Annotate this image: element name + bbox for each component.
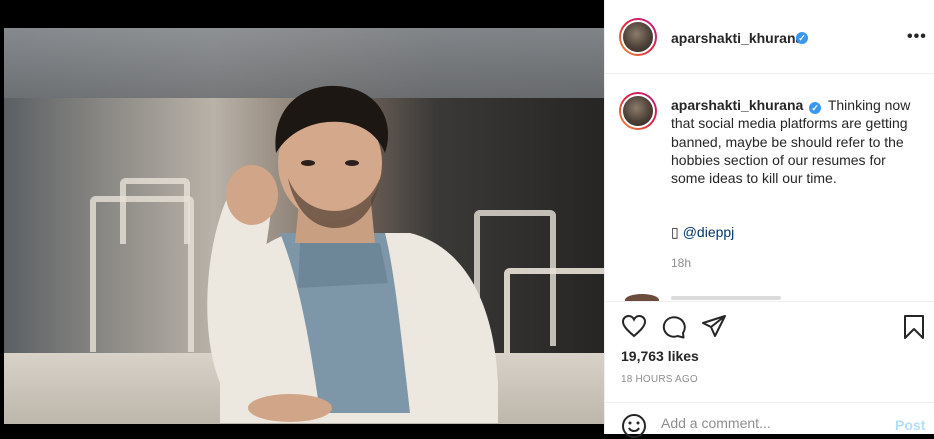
post-photo[interactable] (4, 28, 604, 424)
caption-avatar[interactable] (619, 92, 657, 130)
verified-badge-icon: ✓ (796, 32, 808, 44)
next-comment-preview (671, 296, 781, 300)
post-caption: aparshakti_khurana ✓ Thinking now that s… (671, 96, 911, 187)
post-age[interactable]: 18 HOURS AGO (621, 374, 698, 385)
likes-count[interactable]: 19,763 likes (621, 348, 699, 364)
comment-icon[interactable] (661, 314, 687, 340)
photo-top-bar (0, 0, 604, 28)
credit-mention-link[interactable]: @dieppj (683, 224, 735, 240)
photo-bottom-bar (0, 424, 604, 434)
share-icon[interactable] (701, 314, 727, 338)
caption-username[interactable]: aparshakti_khurana (671, 97, 803, 113)
bookmark-icon[interactable] (903, 314, 925, 340)
next-comment-avatar (625, 294, 659, 301)
add-comment-bar: Post (605, 402, 934, 438)
author-avatar[interactable] (619, 18, 657, 56)
emoji-smiley-icon[interactable] (621, 413, 647, 439)
post-photo-pane (0, 0, 604, 434)
comment-input[interactable] (661, 415, 881, 431)
post-side-panel: aparshakti_khurana ✓ ••• aparshakti_khur… (604, 0, 934, 438)
post-actions-bar (605, 302, 934, 346)
post-header: aparshakti_khurana ✓ ••• (605, 0, 934, 74)
camera-emoji-icon: ▯ (671, 224, 679, 240)
heart-icon[interactable] (621, 314, 647, 338)
comments-section: aparshakti_khurana ✓ Thinking now that s… (605, 74, 934, 302)
photo-person (207, 85, 498, 423)
more-options-icon[interactable]: ••• (907, 28, 927, 46)
credit-line: ▯ @dieppj (671, 224, 734, 241)
post-comment-button[interactable]: Post (895, 417, 925, 433)
caption-timestamp[interactable]: 18h (671, 256, 691, 270)
author-username[interactable]: aparshakti_khurana (671, 30, 803, 46)
caption-verified-badge-icon: ✓ (809, 102, 822, 114)
